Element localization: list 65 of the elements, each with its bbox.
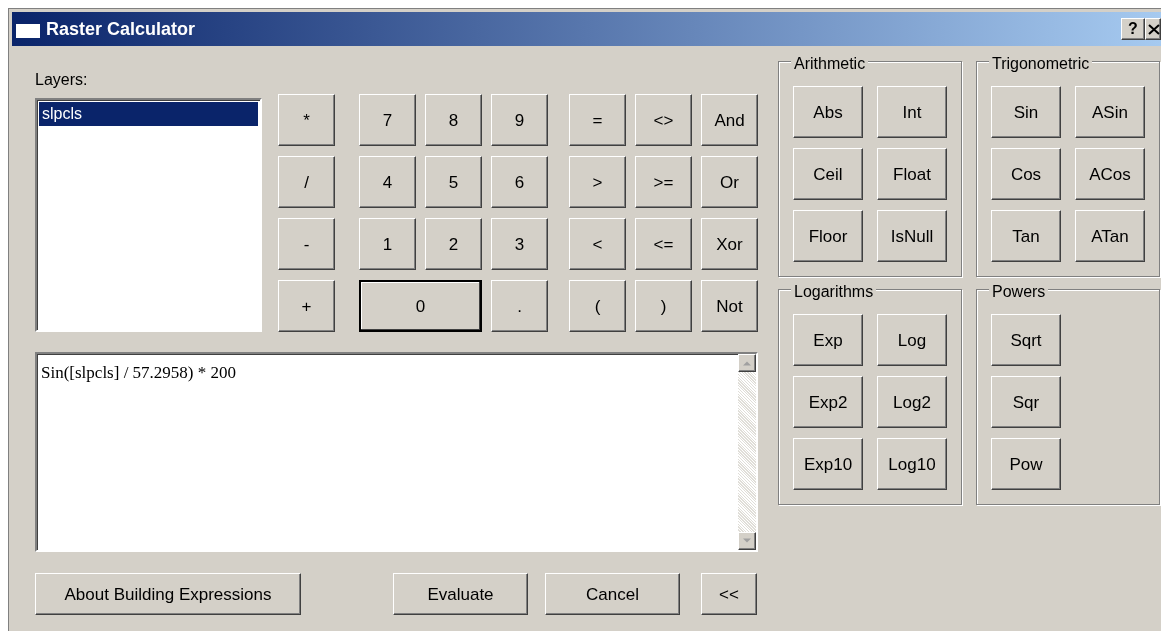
function-button[interactable]: Exp10: [793, 438, 863, 490]
keypad-button[interactable]: 4: [359, 156, 416, 208]
function-button[interactable]: ASin: [1075, 86, 1145, 138]
function-button[interactable]: Log2: [877, 376, 947, 428]
function-button[interactable]: Tan: [991, 210, 1061, 262]
keypad-button[interactable]: 6: [491, 156, 548, 208]
window-icon: [16, 20, 40, 38]
function-button[interactable]: Exp2: [793, 376, 863, 428]
function-button[interactable]: IsNull: [877, 210, 947, 262]
function-button[interactable]: Float: [877, 148, 947, 200]
keypad-button[interactable]: 5: [425, 156, 482, 208]
keypad-button[interactable]: 2: [425, 218, 482, 270]
function-button[interactable]: Log: [877, 314, 947, 366]
down-arrow-icon: [742, 538, 752, 544]
keypad-button[interactable]: -: [278, 218, 335, 270]
layer-item[interactable]: slpcls: [39, 102, 258, 126]
keypad-button[interactable]: +: [278, 280, 335, 332]
up-arrow-icon: [742, 360, 752, 366]
function-button[interactable]: Exp: [793, 314, 863, 366]
function-button[interactable]: Sqrt: [991, 314, 1061, 366]
function-button[interactable]: Cos: [991, 148, 1061, 200]
keypad-button[interactable]: And: [701, 94, 758, 146]
keypad-button[interactable]: Or: [701, 156, 758, 208]
keypad-button[interactable]: >: [569, 156, 626, 208]
scrollbar[interactable]: [738, 354, 756, 550]
function-button[interactable]: Ceil: [793, 148, 863, 200]
keypad-button[interactable]: Not: [701, 280, 758, 332]
function-button[interactable]: Log10: [877, 438, 947, 490]
keypad-button[interactable]: .: [491, 280, 548, 332]
keypad-button[interactable]: Xor: [701, 218, 758, 270]
function-button[interactable]: Abs: [793, 86, 863, 138]
window-title: Raster Calculator: [46, 17, 196, 41]
keypad-button[interactable]: <>: [635, 94, 692, 146]
keypad-button[interactable]: 3: [491, 218, 548, 270]
keypad-button[interactable]: 1: [359, 218, 416, 270]
function-button[interactable]: Pow: [991, 438, 1061, 490]
scroll-down-button[interactable]: [738, 532, 756, 550]
close-button[interactable]: [1145, 18, 1161, 40]
keypad-button[interactable]: 7: [359, 94, 416, 146]
keypad-button[interactable]: (: [569, 280, 626, 332]
keypad-button[interactable]: >=: [635, 156, 692, 208]
function-button[interactable]: Floor: [793, 210, 863, 262]
layers-label: Layers:: [35, 70, 89, 90]
keypad-button[interactable]: 9: [491, 94, 548, 146]
keypad-button[interactable]: ): [635, 280, 692, 332]
keypad-button[interactable]: =: [569, 94, 626, 146]
function-button[interactable]: ACos: [1075, 148, 1145, 200]
function-button[interactable]: Sin: [991, 86, 1061, 138]
expression-field[interactable]: Sin([slpcls] / 57.2958) * 200: [35, 352, 758, 552]
expression-text: Sin([slpcls] / 57.2958) * 200: [40, 362, 238, 384]
keypad-button[interactable]: *: [278, 94, 335, 146]
keypad-button[interactable]: <: [569, 218, 626, 270]
footer-button[interactable]: Cancel: [545, 573, 680, 615]
function-button[interactable]: Sqr: [991, 376, 1061, 428]
help-button[interactable]: ?: [1121, 18, 1145, 40]
scroll-up-button[interactable]: [738, 354, 756, 372]
footer-button[interactable]: About Building Expressions: [35, 573, 301, 615]
keypad-button[interactable]: 0: [359, 280, 482, 332]
function-button[interactable]: Int: [877, 86, 947, 138]
function-button[interactable]: ATan: [1075, 210, 1145, 262]
keypad-button[interactable]: 8: [425, 94, 482, 146]
footer-button[interactable]: <<: [701, 573, 757, 615]
keypad-button[interactable]: /: [278, 156, 335, 208]
footer-button[interactable]: Evaluate: [393, 573, 528, 615]
keypad-button[interactable]: <=: [635, 218, 692, 270]
